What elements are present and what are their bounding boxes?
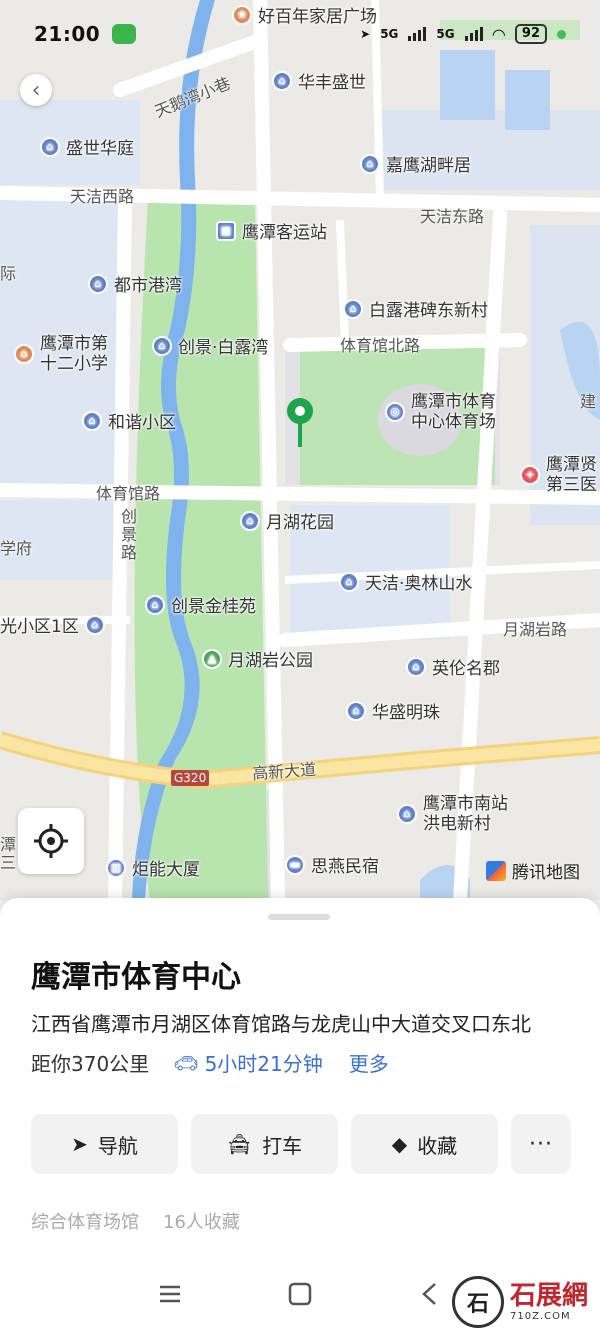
back-triangle-icon[interactable] [420, 1282, 440, 1306]
poi-marker[interactable]: ▣ 鹰潭客运站 [216, 218, 327, 243]
park-icon: ▲ [202, 648, 222, 669]
locate-crosshair-icon [34, 824, 68, 858]
poi-marker[interactable]: ⌂ 创景·白露湾 [152, 333, 268, 358]
action-bar: ➤ 导航 🚖︎ 打车 ◆ 收藏 ··· [31, 1114, 571, 1174]
poi-marker[interactable]: ◎ 鹰潭市体育 中心体育场 [385, 392, 496, 432]
place-category: 综合体育场馆 [31, 1212, 139, 1233]
watermark-domain: 710Z.COM [510, 1310, 571, 1322]
home-square-icon[interactable] [288, 1282, 312, 1306]
edge-label: 建 [580, 392, 597, 411]
place-tags: 综合体育场馆 16人收藏 [31, 1208, 240, 1234]
home-icon: ⌂ [82, 410, 102, 431]
place-address: 江西省鹰潭市月湖区体育馆路与龙虎山中大道交叉口东北 [31, 1012, 531, 1036]
hotel-icon: ▬ [285, 854, 305, 875]
poi-marker[interactable]: ⌂ 和谐小区 [82, 408, 176, 433]
poi-marker[interactable]: ⌂ 嘉鹰湖畔居 [360, 151, 471, 176]
road-label: 天洁西路 [70, 187, 135, 206]
locate-me-button[interactable] [18, 808, 84, 874]
edge-label: 际 [0, 264, 17, 283]
home-icon: ⌂ [84, 614, 105, 635]
poi-marker[interactable]: ⌂ 华盛明珠 [346, 698, 440, 723]
network-label: 5G [380, 27, 399, 41]
place-title: 鹰潭市体育中心 [31, 960, 241, 995]
map-attribution: 腾讯地图 [486, 858, 580, 883]
home-icon: ⌂ [397, 804, 417, 824]
signal-icon [464, 27, 483, 41]
poi-marker[interactable]: ⌂ 都市港湾 [88, 271, 182, 296]
watermark-brand: 石展網 [510, 1280, 589, 1311]
road-label: 体育馆路 [96, 484, 161, 503]
poi-marker[interactable]: ⌂ 白露港碑东新村 [343, 296, 488, 321]
home-icon: ⌂ [240, 510, 260, 531]
bus-icon: ▣ [216, 220, 236, 241]
edge-label: 学府 [0, 539, 33, 558]
favorites-count: 16人收藏 [163, 1212, 240, 1233]
road-label: 创景路 [121, 507, 138, 562]
road-label: 月湖岩路 [503, 620, 568, 639]
poi-marker[interactable]: ▬ 思燕民宿 [285, 852, 379, 877]
poi-marker[interactable]: ⌂ 鹰潭市第 十二小学 [14, 334, 108, 374]
poi-marker[interactable]: ⌂ 光小区1区 [0, 612, 105, 637]
signal-icon [408, 27, 427, 41]
poi-marker[interactable]: ⌂ 英伦名郡 [406, 654, 500, 679]
status-bar: 21:00 ➤ 5G 5G ◠ 92 [0, 0, 600, 68]
location-arrow-icon: ➤ [360, 27, 371, 41]
poi-marker[interactable]: + 鹰潭贤 第三医 [520, 455, 597, 495]
home-icon: ⌂ [360, 153, 380, 174]
site-watermark: 石 石展網 710Z.COM [452, 1276, 588, 1328]
status-time: 21:00 [34, 22, 101, 46]
cube-icon: ◆ [391, 1132, 408, 1156]
poi-marker[interactable]: ⌂ 华丰盛世 [272, 68, 366, 93]
chevron-left-icon: ‹ [31, 77, 41, 103]
home-icon: ⌂ [145, 594, 165, 615]
back-button[interactable]: ‹ [20, 74, 52, 106]
selected-location-marker[interactable] [284, 397, 316, 449]
watermark-logo-icon: 石 [452, 1276, 504, 1328]
more-options-button[interactable]: ··· [511, 1114, 571, 1174]
distance-label: 距你370公里 [31, 1052, 150, 1076]
home-icon: ⌂ [272, 70, 292, 91]
poi-marker[interactable]: ▥ 炬能大厦 [106, 855, 200, 880]
network-label: 5G [436, 27, 455, 41]
home-icon: ⌂ [152, 335, 172, 356]
home-icon: ⌂ [88, 273, 108, 294]
car-icon: 🚗︎ [173, 1050, 199, 1075]
sheet-drag-handle[interactable] [268, 914, 330, 920]
home-icon: ⌂ [339, 571, 359, 592]
collect-button[interactable]: ◆ 收藏 [351, 1114, 498, 1174]
poi-marker[interactable]: ⌂ 天洁·奥林山水 [339, 569, 472, 594]
taxi-button[interactable]: 🚖︎ 打车 [191, 1114, 338, 1174]
navigate-button[interactable]: ➤ 导航 [31, 1114, 178, 1174]
home-icon: ⌂ [40, 136, 60, 157]
tencent-maps-logo-icon [486, 860, 506, 881]
drive-time-link[interactable]: 🚗︎ 5小时21分钟 [173, 1048, 323, 1077]
road-label: 天洁东路 [420, 207, 485, 226]
taxi-icon: 🚖︎ [226, 1132, 253, 1156]
battery-indicator: 92 [514, 24, 547, 44]
place-meta: 距你370公里 🚗︎ 5小时21分钟 更多 [31, 1048, 389, 1077]
school-icon: ⌂ [14, 344, 34, 364]
more-routes-link[interactable]: 更多 [349, 1048, 389, 1077]
building-icon: ▥ [106, 857, 126, 878]
stadium-icon: ◎ [385, 402, 405, 422]
highway-shield: G320 [171, 770, 210, 786]
poi-marker[interactable]: ⌂ 鹰潭市南站 洪电新村 [397, 794, 508, 834]
poi-marker[interactable]: ⌂ 月湖花园 [240, 508, 334, 533]
wechat-notification-icon [112, 24, 137, 44]
poi-marker[interactable]: ▲ 月湖岩公园 [202, 646, 313, 671]
wifi-icon: ◠ [492, 24, 505, 44]
menu-icon[interactable] [158, 1282, 182, 1306]
road-label: 体育馆北路 [340, 336, 421, 355]
navigation-arrow-icon: ➤ [71, 1132, 88, 1156]
hospital-icon: + [520, 465, 540, 485]
privacy-indicator-dot [557, 29, 566, 39]
home-icon: ⌂ [343, 298, 363, 319]
home-icon: ⌂ [406, 656, 426, 677]
road-label: 高新大道 [251, 759, 317, 784]
edge-label: 潭三 [0, 835, 17, 872]
home-icon: ⌂ [346, 700, 366, 721]
poi-marker[interactable]: ⌂ 创景金桂苑 [145, 592, 256, 617]
poi-marker[interactable]: ⌂ 盛世华庭 [40, 134, 134, 159]
map-view[interactable]: 天鹅湾小巷 天洁西路 天洁东路 体育馆北路 体育馆路 创景路 月湖岩路 高新大道… [0, 0, 600, 900]
